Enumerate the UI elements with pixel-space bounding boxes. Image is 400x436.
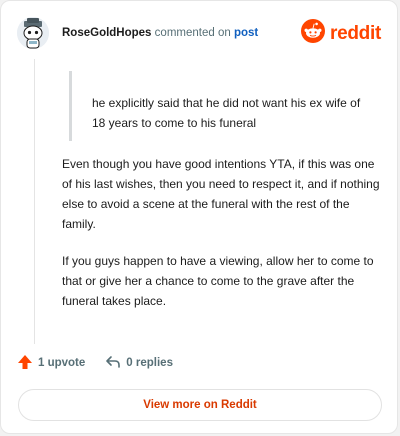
- reddit-brand[interactable]: reddit: [301, 19, 381, 48]
- comment-body-paragraph: If you guys happen to have a viewing, al…: [62, 254, 374, 308]
- reply-arrow-icon: [105, 354, 126, 373]
- comment-byline: RoseGoldHopes commented on post: [62, 27, 258, 39]
- thread-line[interactable]: [34, 59, 35, 344]
- comment-header: RoseGoldHopes commented on post reddit: [17, 15, 381, 51]
- upvote-button[interactable]: 1 upvote: [17, 354, 85, 373]
- byline-action-text: commented on: [154, 27, 231, 39]
- upvote-arrow-icon: [17, 354, 38, 373]
- quoted-text-block: he explicitly said that he did not want …: [69, 71, 372, 141]
- upvote-count: 1 upvote: [38, 357, 86, 369]
- post-link[interactable]: post: [234, 27, 258, 39]
- snoo-avatar-icon[interactable]: [17, 17, 49, 49]
- comment-actions: 1 upvote 0 replies: [17, 353, 193, 373]
- replies-button[interactable]: 0 replies: [105, 354, 173, 373]
- reddit-wordmark: reddit: [330, 22, 381, 44]
- username[interactable]: RoseGoldHopes: [62, 27, 151, 39]
- comment-embed-card: RoseGoldHopes commented on post reddit h…: [0, 0, 398, 434]
- reddit-logo-icon: [301, 19, 326, 48]
- replies-count: 0 replies: [126, 357, 173, 369]
- quoted-text: he explicitly said that he did not want …: [92, 96, 361, 130]
- view-more-button[interactable]: View more on Reddit: [18, 389, 382, 421]
- comment-body-paragraph: Even though you have good intentions YTA…: [62, 157, 380, 231]
